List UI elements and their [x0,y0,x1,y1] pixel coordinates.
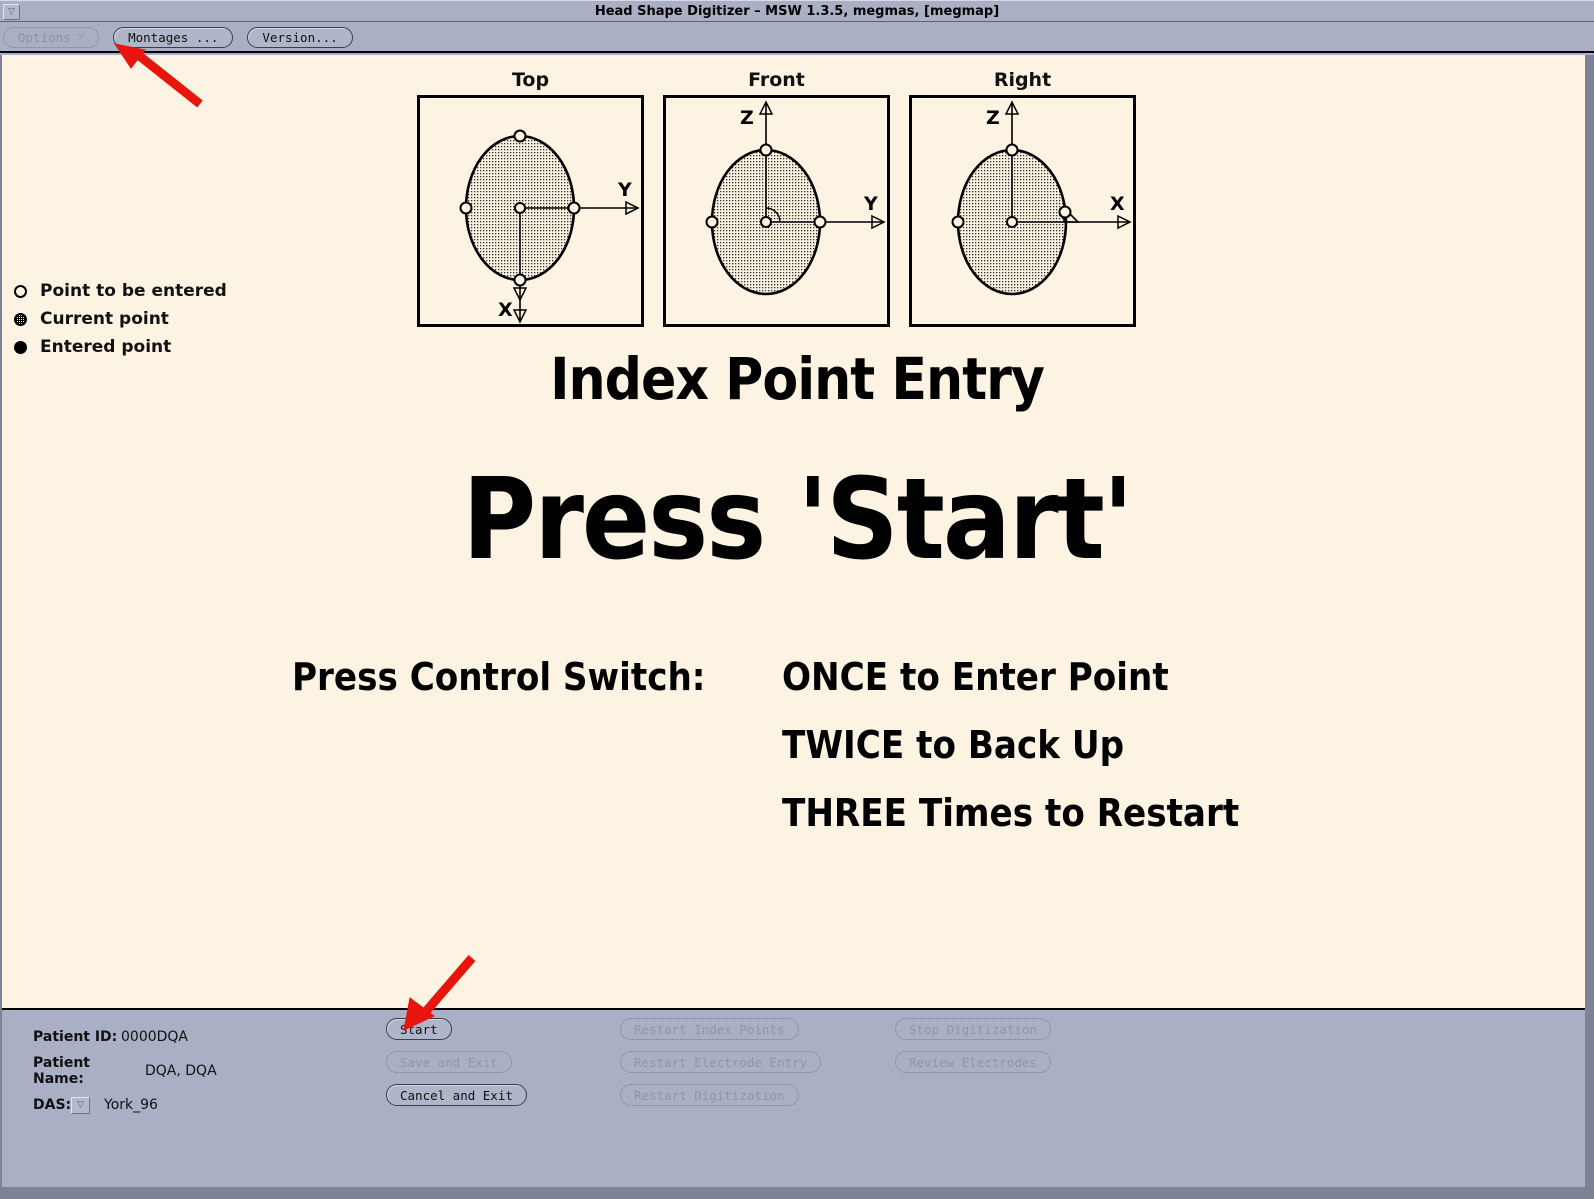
legend-label: Current point [40,309,169,329]
cancel-and-exit-button[interactable]: Cancel and Exit [386,1084,527,1106]
review-electrodes-button[interactable]: Review Electrodes [895,1051,1051,1073]
start-button-wrap: Start [386,1018,527,1051]
instruction-row: THREE Times to Restart [292,791,1239,859]
patient-name-label: Patient Name: [33,1055,90,1087]
prompt-title: Press 'Start' [462,455,1133,585]
control-panel: Patient ID: 0000DQA Patient Name: DQA, D… [0,1012,1594,1187]
stippled-circle-icon [14,312,27,326]
svg-text:Z: Z [986,107,1000,129]
window-title: Head Shape Digitizer – MSW 1.3.5, megmas… [594,3,1000,19]
instruction-line: TWICE to Back Up [782,723,1125,767]
head-diagram-front: Y Z [705,100,886,296]
svg-text:X: X [1110,193,1125,215]
start-button[interactable]: Start [386,1018,452,1040]
svg-text:Y: Y [863,193,878,215]
instruction-line: ONCE to Enter Point [782,655,1169,699]
instruction-label: Press Control Switch: [292,655,706,699]
svg-text:X: X [498,299,513,321]
instruction-line: THREE Times to Restart [782,791,1240,835]
view-panel-right: X Z [909,95,1136,327]
patient-name-value: DQA, DQA [145,1063,217,1079]
view-panel-front: Y Z [663,95,890,327]
window-frame-left [0,55,2,1197]
action-column-primary: Start Save and Exit Cancel and Exit [386,1018,527,1117]
window-menu-icon[interactable]: ▽ [3,4,20,20]
view-label-right: Right [993,69,1052,91]
legend-item: Current point [14,305,227,333]
review-electrodes-wrap: Review Electrodes [895,1051,1051,1084]
menu-button-montages-label: Montages ... [128,29,219,45]
restart-electrode-entry-button[interactable]: Restart Electrode Entry [620,1051,822,1073]
menu-button-montages[interactable]: Montages ... [113,26,234,48]
view-label-top: Top [511,69,550,91]
patient-id-row: Patient ID: 0000DQA [33,1020,217,1054]
instruction-row: TWICE to Back Up [292,723,1239,791]
restart-electrode-entry-wrap: Restart Electrode Entry [620,1051,822,1084]
stop-digitization-wrap: Stop Digitization [895,1018,1051,1051]
stop-digitization-button[interactable]: Stop Digitization [895,1018,1051,1040]
application-window: ▽ Head Shape Digitizer – MSW 1.3.5, megm… [0,0,1594,1199]
window-frame-right [1585,55,1594,1199]
save-and-exit-button-wrap: Save and Exit [386,1051,527,1084]
control-switch-instructions: Press Control Switch: ONCE to Enter Poin… [292,655,1239,859]
head-view-panels: Top Y X Front Y Z Right X Z [0,55,1594,335]
das-label: DAS: [33,1097,72,1113]
patient-id-value: 0000DQA [121,1029,189,1045]
patient-id-label: Patient ID: [33,1029,118,1045]
das-row: DAS: ▽ York_96 [33,1088,217,1122]
view-label-front: Front [748,69,805,91]
action-column-digitization: Stop Digitization Review Electrodes [895,1018,1051,1084]
view-panel-top: Y X [417,95,644,327]
menu-button-options-label: Options [18,29,71,45]
restart-index-points-button[interactable]: Restart Index Points [620,1018,799,1040]
restart-digitization-button[interactable]: Restart Digitization [620,1084,799,1106]
open-circle-icon [14,284,27,298]
save-and-exit-button[interactable]: Save and Exit [386,1051,512,1073]
restart-index-points-wrap: Restart Index Points [620,1018,821,1051]
menu-button-version[interactable]: Version... [247,26,353,48]
menu-button-options[interactable]: Options ▽ [3,26,100,48]
cancel-and-exit-button-wrap: Cancel and Exit [386,1084,527,1117]
instruction-row: Press Control Switch: ONCE to Enter Poin… [292,655,1239,723]
patient-info: Patient ID: 0000DQA Patient Name: DQA, D… [33,1020,217,1122]
main-canvas: Top Y X Front Y Z Right X Z Point to be … [0,55,1594,1010]
title-bar: ▽ Head Shape Digitizer – MSW 1.3.5, megm… [0,0,1594,22]
patient-name-row: Patient Name: DQA, DQA [33,1054,217,1088]
menu-bar: Options ▽ Montages ... Version... [0,23,1594,53]
head-diagram-top: Y X [459,129,640,324]
section-title: Index Point Entry [550,345,1045,413]
window-frame-bottom [0,1187,1594,1199]
svg-text:Y: Y [617,179,632,201]
restart-digitization-wrap: Restart Digitization [620,1084,821,1117]
das-value: York_96 [104,1097,158,1113]
svg-text:Z: Z [740,107,754,129]
head-diagram-right: X Z [951,100,1132,296]
action-column-restart: Restart Index Points Restart Electrode E… [620,1018,822,1117]
legend-label: Point to be entered [40,281,227,301]
legend-item: Point to be entered [14,277,227,305]
menu-button-version-label: Version... [262,29,338,45]
chevron-down-icon: ▽ [78,32,85,42]
das-dropdown-icon[interactable]: ▽ [71,1096,90,1114]
